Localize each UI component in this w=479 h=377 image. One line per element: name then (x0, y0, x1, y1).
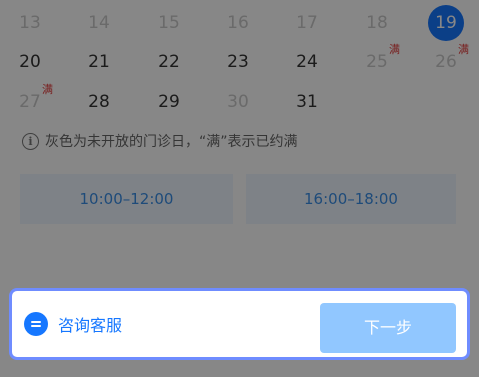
bottom-action-bar: 咨询客服 下一步 (9, 288, 470, 360)
customer-service-button[interactable]: 咨询客服 (24, 312, 122, 336)
next-step-button[interactable]: 下一步 (320, 303, 456, 353)
customer-service-label: 咨询客服 (58, 316, 123, 335)
chat-icon (24, 312, 48, 336)
